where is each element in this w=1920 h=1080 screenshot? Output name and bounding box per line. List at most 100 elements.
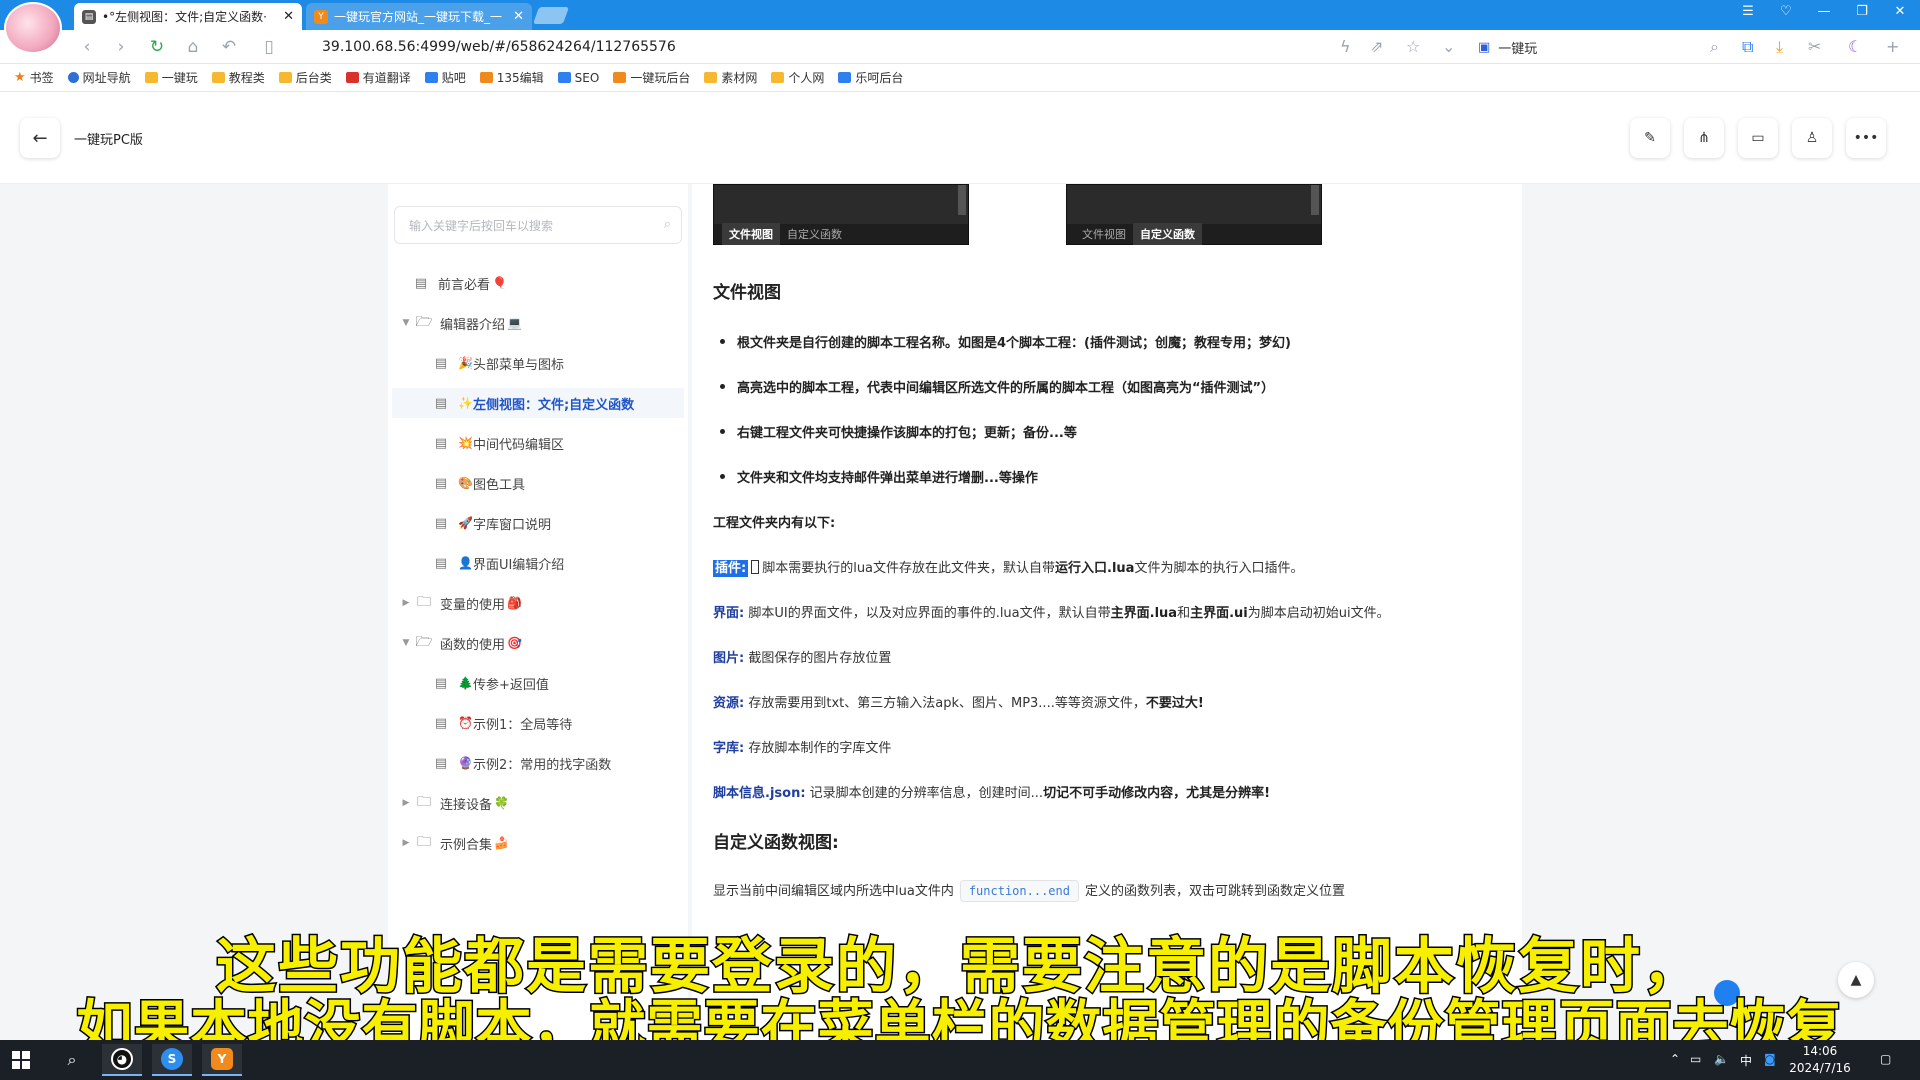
main-content: 文件视图 自定义函数 文件视图 自定义函数 文件视图 根文件夹是自行创建的脚本工… <box>692 184 1522 1040</box>
sidebar-search-input[interactable]: 输入关键字后按回车以搜索 ⌕ <box>394 206 682 244</box>
bookmark-item[interactable]: 教程类 <box>211 69 265 86</box>
bookmark-item[interactable]: 素材网 <box>704 69 757 86</box>
share-icon: ⋔ <box>1698 130 1710 146</box>
plus-icon[interactable]: + <box>1886 37 1899 56</box>
star-icon[interactable]: ☆ <box>1406 37 1420 56</box>
search-box[interactable]: ▣ 一键玩 <box>1478 35 1728 59</box>
page-title: 一键玩PC版 <box>74 133 143 148</box>
bookmark-item[interactable]: 一键玩 <box>144 69 198 86</box>
windows-start-icon[interactable] <box>12 1051 30 1069</box>
chevron-up-icon[interactable]: ⌃ <box>1670 1052 1680 1066</box>
search-icon[interactable]: ⌕ <box>1710 37 1719 57</box>
moon-icon[interactable]: ☾ <box>1848 37 1862 56</box>
tab-file-view: 文件视图 <box>722 223 780 245</box>
restore-icon[interactable]: ❐ <box>1852 4 1872 19</box>
app-icon[interactable]: Y <box>202 1044 242 1076</box>
bookmark-item[interactable]: SEO <box>557 71 599 85</box>
tab-title: 一键玩官方网站_一键玩下载_一 <box>334 10 503 24</box>
browser-icon[interactable]: S <box>152 1044 192 1076</box>
url-field[interactable]: 39.100.68.56:4999/web/#/658624264/112765… <box>322 39 676 55</box>
sidebar-item-params[interactable]: ▤ 🌲 传参+返回值 <box>432 668 549 698</box>
chevron-down-icon[interactable]: ▼ <box>400 638 412 648</box>
sidebar-item-ui-editor[interactable]: ▤ 👤 界面UI编辑介绍 <box>432 548 564 578</box>
tab-active[interactable]: ▤ •°左侧视图：文件;自定义函数· ✕ <box>74 3 302 30</box>
chevron-down-icon[interactable]: ▼ <box>400 318 412 328</box>
minimize-icon[interactable]: — <box>1814 4 1834 19</box>
bookmark-item[interactable]: 135编辑 <box>479 69 544 86</box>
refresh-icon[interactable]: ↻ <box>146 37 168 57</box>
app-icon <box>838 72 852 83</box>
home-icon[interactable]: ⌂ <box>182 37 204 57</box>
user-avatar[interactable] <box>4 2 62 54</box>
chevron-right-icon[interactable]: ▶ <box>400 798 412 808</box>
edit-button[interactable]: ✎ <box>1630 118 1670 158</box>
sidebar-item-color-tool[interactable]: ▤ 🎨 图色工具 <box>432 468 525 498</box>
new-tab-button[interactable] <box>532 7 570 24</box>
folder-open-icon: 🗁 <box>415 314 433 330</box>
folder-icon <box>144 72 158 83</box>
share-icon[interactable]: ⇗ <box>1370 37 1383 56</box>
ime-indicator[interactable]: 中 <box>1740 1052 1752 1069</box>
sidebar-item-example1[interactable]: ▤ ⏰ 示例1：全局等待 <box>432 708 572 738</box>
close-icon[interactable]: ✕ <box>283 9 294 24</box>
reader-icon[interactable]: ▯ <box>258 37 280 57</box>
notification-icon[interactable]: ▢ <box>1880 1052 1891 1066</box>
youdao-icon <box>345 72 359 83</box>
app-icon: Y <box>314 9 328 24</box>
scissors-icon[interactable]: ✂ <box>1808 37 1821 56</box>
share-button[interactable]: ⋔ <box>1684 118 1724 158</box>
user-button[interactable]: ♙ <box>1792 118 1832 158</box>
bookmark-item[interactable]: 乐呵后台 <box>838 69 903 86</box>
section-title-custom-func: 自定义函数视图: <box>713 833 839 853</box>
clock[interactable]: 14:06 2024/7/16 <box>1784 1043 1856 1077</box>
sidebar-item-example2[interactable]: ▤ 🔮 示例2：常用的找字函数 <box>432 748 611 778</box>
sidebar-item-header-menu[interactable]: ▤ 🎉 头部菜单与图标 <box>432 348 564 378</box>
paragraph-image: 图片: 截图保存的图片存放位置 <box>713 651 892 666</box>
lightning-icon[interactable]: ϟ <box>1340 37 1351 56</box>
undo-icon[interactable]: ↶ <box>218 37 240 57</box>
folder-icon <box>278 72 292 83</box>
sidebar-item-code-editor[interactable]: ▤ 💥 中间代码编辑区 <box>432 428 564 458</box>
more-button[interactable]: ••• <box>1846 118 1886 158</box>
sidebar-item-font-window[interactable]: ▤ 🚀 字库窗口说明 <box>432 508 551 538</box>
scrollbar <box>1311 185 1319 215</box>
close-icon[interactable]: ✕ <box>513 9 524 24</box>
sidebar-item-variables[interactable]: ▶ 🗀 变量的使用 🎒 <box>400 588 522 618</box>
bookmark-item[interactable]: 个人网 <box>771 69 824 86</box>
sidebar-item-left-view[interactable]: ▤ ✨ 左侧视图：文件;自定义函数 <box>392 388 684 418</box>
sidebar-item-editor-intro[interactable]: ▼ 🗁 编辑器介绍 💻 <box>400 308 522 338</box>
doc-icon: ▤ <box>434 435 448 451</box>
qq-tray-icon[interactable]: ◙ <box>1764 1052 1776 1066</box>
tab-inactive[interactable]: Y 一键玩官方网站_一键玩下载_一 ✕ <box>306 3 532 30</box>
paw-icon: ▣ <box>1478 39 1491 55</box>
sidebar-item-examples[interactable]: ▶ 🗀 示例合集 🍰 <box>400 828 509 858</box>
search-icon[interactable]: ⌕ <box>52 1044 92 1076</box>
sidebar-item-devices[interactable]: ▶ 🗀 连接设备 🍀 <box>400 788 509 818</box>
network-icon[interactable]: ▭ <box>1690 1052 1701 1066</box>
chevron-right-icon[interactable]: ▶ <box>400 838 412 848</box>
volume-icon[interactable]: 🔈 <box>1714 1052 1729 1066</box>
chevron-right-icon[interactable]: ▶ <box>400 598 412 608</box>
chevron-down-icon[interactable]: ⌄ <box>1442 37 1455 56</box>
translate-icon[interactable]: ⧉ <box>1742 37 1753 57</box>
forward-icon[interactable]: › <box>110 37 132 57</box>
download-icon[interactable]: ⤓ <box>1776 37 1783 57</box>
menu-icon[interactable]: ☰ <box>1738 4 1758 19</box>
qq-icon[interactable]: ◕ <box>102 1044 142 1076</box>
back-button[interactable]: ← <box>20 118 60 158</box>
bookmark-item[interactable]: 贴吧 <box>424 69 466 86</box>
list-item: 高亮选中的脚本工程，代表中间编辑区所选文件的所属的脚本工程（如图高亮为“插件测试… <box>720 377 1274 396</box>
bookmark-item[interactable]: ★ 书签 <box>14 69 54 86</box>
back-icon[interactable]: ‹ <box>76 37 98 57</box>
bookmark-item[interactable]: 后台类 <box>278 69 332 86</box>
skin-icon[interactable]: ♡ <box>1776 4 1796 19</box>
bookmark-item[interactable]: 一键玩后台 <box>613 69 690 86</box>
comment-button[interactable]: ▭ <box>1738 118 1778 158</box>
folder-icon <box>704 72 718 83</box>
app-icon <box>613 72 627 83</box>
close-window-icon[interactable]: ✕ <box>1890 4 1910 19</box>
sidebar-item-functions[interactable]: ▼ 🗁 函数的使用 🎯 <box>400 628 522 658</box>
bookmark-item[interactable]: 有道翻译 <box>345 69 411 86</box>
sidebar-item-preface[interactable]: ▤ 前言必看 🎈 <box>412 268 507 298</box>
bookmark-item[interactable]: 网址导航 <box>67 69 131 86</box>
